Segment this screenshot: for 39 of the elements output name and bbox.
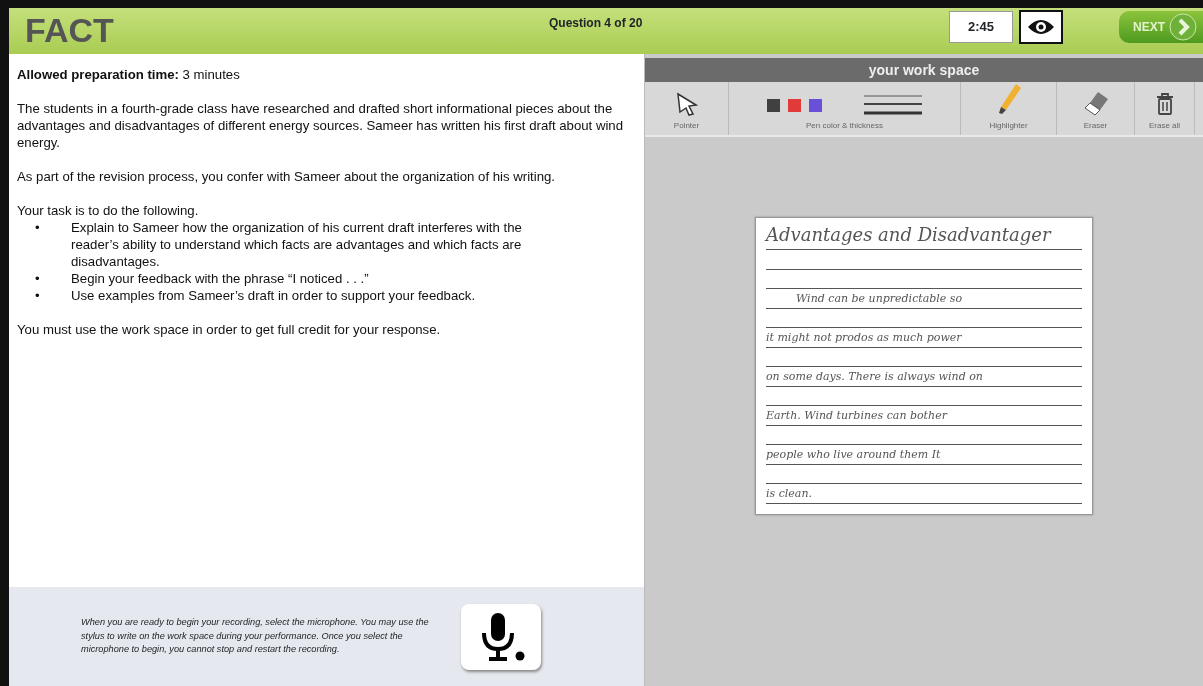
handwritten-line: on some days. There is always wind on xyxy=(766,367,1082,387)
eraser-tool[interactable]: Eraser xyxy=(1057,82,1135,135)
trash-icon xyxy=(1154,92,1175,116)
next-button[interactable]: NEXT xyxy=(1119,11,1203,43)
eye-button[interactable] xyxy=(1019,10,1063,44)
bullet-marker: • xyxy=(35,219,41,237)
task-intro: Your task is to do the following. xyxy=(17,202,200,219)
question-counter: Question 4 of 20 xyxy=(549,15,644,32)
color-swatch[interactable] xyxy=(767,98,780,112)
task-bullet: Use examples from Sameer’s draft in order to support your feedback. xyxy=(71,287,477,304)
chevron-icon xyxy=(1169,13,1197,41)
timer: 2:45 xyxy=(949,11,1013,43)
workspace-title: your work space xyxy=(645,58,1203,82)
handwritten-line: people who live around them It xyxy=(766,445,1082,465)
handwritten-line: is clean. xyxy=(766,484,1082,504)
bullet-marker: • xyxy=(35,270,41,287)
task-bullet: Explain to Sameer how the organization of his current draft interferes with the reader’s ability to understand which facts are advantages and which facts are disadvantages. xyxy=(71,219,523,270)
color-swatch[interactable] xyxy=(788,98,801,112)
prompt-paragraph: You must use the work space in order to get full credit for your response. xyxy=(17,321,442,338)
microphone-button[interactable] xyxy=(461,603,541,670)
handwritten-line: it might not prodos as much power xyxy=(766,328,1082,348)
recording-instructions: When you are ready to begin your recording, select the microphone. You may use the stylus to write on the work space during your performance. Once you select the microphone to begin, you cannot stop and restart the recording. xyxy=(81,616,430,657)
prompt-paragraph: The students in a fourth-grade class have researched and drafted short informational pieces about the advantages and disadvantages of different energy sources. Sameer has written his first draft about wind energy. xyxy=(17,100,624,151)
handwritten-line: Wind can be unpredictable so xyxy=(766,289,1082,309)
logo: FACT xyxy=(24,10,115,50)
trash-tool[interactable]: Erase all xyxy=(1135,82,1195,135)
prompt-paragraph: As part of the revision process, you confer with Sameer about the organization of his writing. xyxy=(17,168,557,185)
color-swatch[interactable] xyxy=(809,98,822,112)
prep-time-text: Allowed preparation time: 3 minutes xyxy=(17,66,241,83)
bullet-marker: • xyxy=(35,287,41,304)
handwritten-title: Advantages and Disadvantager xyxy=(766,222,1082,250)
eye-icon xyxy=(1027,18,1055,36)
pointer-tool[interactable]: Pointer xyxy=(645,82,729,135)
tool-label: Pen color & thickness xyxy=(806,120,883,132)
highlighter-tool[interactable]: Highlighter xyxy=(961,82,1057,135)
pointer-icon xyxy=(675,92,698,116)
task-bullet: Begin your feedback with the phrase “I noticed . . .” xyxy=(71,270,370,287)
line-thickness-icon[interactable] xyxy=(864,94,922,116)
handwritten-line: Earth. Wind turbines can bother xyxy=(766,406,1082,426)
